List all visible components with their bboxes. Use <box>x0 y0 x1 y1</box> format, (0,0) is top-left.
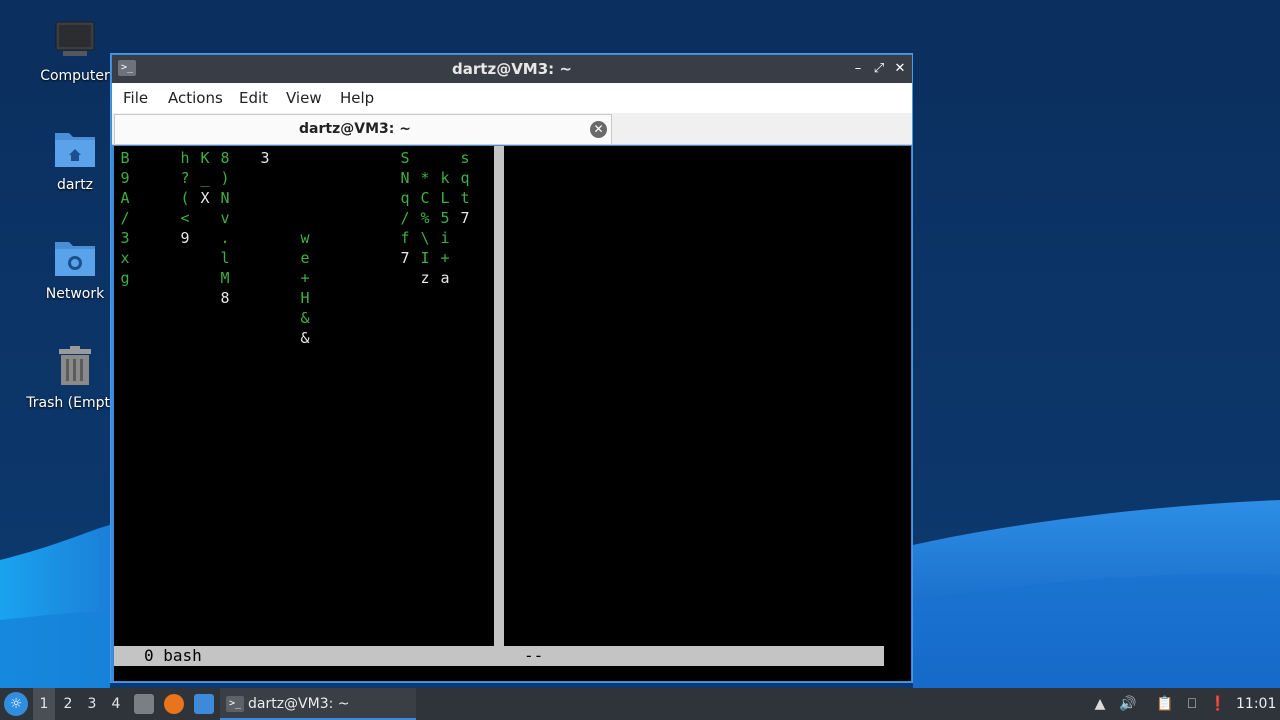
matrix-char: w <box>300 229 310 247</box>
menu-help[interactable]: Help <box>340 83 374 113</box>
window-title: dartz@VM3: ~ <box>452 60 572 78</box>
menu-view[interactable]: View <box>286 83 322 113</box>
terminal-area[interactable]: B 9 A/3 x g h?(<9 K _ X 8) Nv. l M 8 3 w e + H & & S Nq / f 7 * C% \… <box>114 146 911 681</box>
tab-title: dartz@VM3: ~ <box>299 121 411 137</box>
status-window-name: 0 bash <box>144 646 202 665</box>
matrix-char: q <box>400 189 410 207</box>
matrix-char: N <box>400 169 410 187</box>
matrix-char: 8 <box>220 289 230 307</box>
notification-icon[interactable]: ❗ <box>1208 694 1228 714</box>
matrix-char: v <box>220 209 230 227</box>
terminal-icon: >_ <box>226 696 244 712</box>
tray-expand-icon[interactable]: ▲ <box>1090 694 1110 714</box>
matrix-char: 5 <box>440 209 450 227</box>
matrix-char: h <box>180 149 190 167</box>
network-icon[interactable]: ⎕ <box>1182 694 1202 714</box>
matrix-char: 3 <box>260 149 270 167</box>
matrix-char: N <box>220 189 230 207</box>
status-right: -- <box>524 646 544 665</box>
trash-icon <box>59 346 91 385</box>
pane-divider[interactable] <box>494 146 504 646</box>
matrix-char: 7 <box>400 249 410 267</box>
matrix-char: l <box>220 249 230 267</box>
matrix-char: e <box>300 249 310 267</box>
matrix-char: 3 <box>120 229 130 247</box>
tab-bar: dartz@VM3: ~ ✕ <box>112 113 912 145</box>
maximize-button[interactable]: ⤢ <box>869 59 889 79</box>
matrix-char: i <box>440 229 450 247</box>
tab-close-icon[interactable]: ✕ <box>590 121 607 138</box>
clock: 11:01 <box>1236 696 1277 712</box>
matrix-char: % <box>420 209 430 227</box>
firefox-icon[interactable] <box>164 694 184 714</box>
matrix-char: S <box>400 149 410 167</box>
tab-terminal[interactable]: dartz@VM3: ~ ✕ <box>114 114 612 144</box>
matrix-char: / <box>120 209 130 227</box>
menu-file[interactable]: File <box>123 83 148 113</box>
tmux-status-line: 0 bash -- <box>114 646 884 666</box>
matrix-char: \ <box>420 229 430 247</box>
home-folder-icon <box>55 133 95 167</box>
matrix-char: a <box>440 269 450 287</box>
matrix-char: s <box>460 149 470 167</box>
matrix-char: & <box>300 309 310 327</box>
task-label: dartz@VM3: ~ <box>248 696 350 712</box>
matrix-char: B <box>120 149 130 167</box>
matrix-char: * <box>420 169 430 187</box>
matrix-char: + <box>300 269 310 287</box>
matrix-char: & <box>300 329 310 347</box>
taskbar: ☼ 1 2 3 4 >_ dartz@VM3: ~ ▲ 🔊 📋 ⎕ ❗ 11:0… <box>0 688 1280 720</box>
menu-actions[interactable]: Actions <box>168 83 223 113</box>
matrix-char: M <box>220 269 230 287</box>
matrix-char: A <box>120 189 130 207</box>
taskbar-task-terminal[interactable]: >_ dartz@VM3: ~ <box>220 688 416 720</box>
matrix-char: 7 <box>460 209 470 227</box>
matrix-char: g <box>120 269 130 287</box>
matrix-char: _ <box>200 169 210 187</box>
matrix-char: q <box>460 169 470 187</box>
matrix-char: / <box>400 209 410 227</box>
menubar: File Actions Edit View Help <box>112 83 912 113</box>
terminal-pane-left[interactable]: B 9 A/3 x g h?(<9 K _ X 8) Nv. l M 8 3 w e + H & & S Nq / f 7 * C% \… <box>114 146 494 646</box>
terminal-window: >_ dartz@VM3: ~ – ⤢ ✕ File Actions Edit … <box>110 53 913 683</box>
volume-icon[interactable]: 🔊 <box>1118 694 1138 714</box>
computer-icon <box>55 21 95 56</box>
window-titlebar[interactable]: >_ dartz@VM3: ~ – ⤢ ✕ <box>112 55 912 83</box>
matrix-char: f <box>400 229 410 247</box>
clipboard-icon[interactable]: 📋 <box>1155 694 1175 714</box>
workspace-4[interactable]: 4 <box>105 688 127 720</box>
workspace-3[interactable]: 3 <box>81 688 103 720</box>
matrix-char: 9 <box>120 169 130 187</box>
matrix-char: + <box>440 249 450 267</box>
matrix-char: L <box>440 189 450 207</box>
matrix-char: z <box>420 269 430 287</box>
file-manager-icon[interactable] <box>134 694 154 714</box>
matrix-char: ) <box>220 169 230 187</box>
matrix-char: x <box>120 249 130 267</box>
show-desktop-icon[interactable] <box>194 694 214 714</box>
close-button[interactable]: ✕ <box>890 59 910 79</box>
matrix-char: 8 <box>220 149 230 167</box>
matrix-char: X <box>200 189 210 207</box>
matrix-char: K <box>200 149 210 167</box>
workspace-2[interactable]: 2 <box>57 688 79 720</box>
matrix-char: C <box>420 189 430 207</box>
workspace-1[interactable]: 1 <box>33 688 55 720</box>
matrix-char: I <box>420 249 430 267</box>
matrix-char: t <box>460 189 470 207</box>
network-folder-icon <box>55 242 95 276</box>
matrix-char: ( <box>180 189 190 207</box>
matrix-char: H <box>300 289 310 307</box>
matrix-char: 9 <box>180 229 190 247</box>
start-menu-icon[interactable]: ☼ <box>4 692 28 716</box>
matrix-char: ? <box>180 169 190 187</box>
terminal-pane-right[interactable] <box>504 146 911 646</box>
menu-edit[interactable]: Edit <box>239 83 268 113</box>
minimize-button[interactable]: – <box>848 59 868 79</box>
matrix-char: k <box>440 169 450 187</box>
matrix-char: . <box>220 229 230 247</box>
matrix-char: < <box>180 209 190 227</box>
